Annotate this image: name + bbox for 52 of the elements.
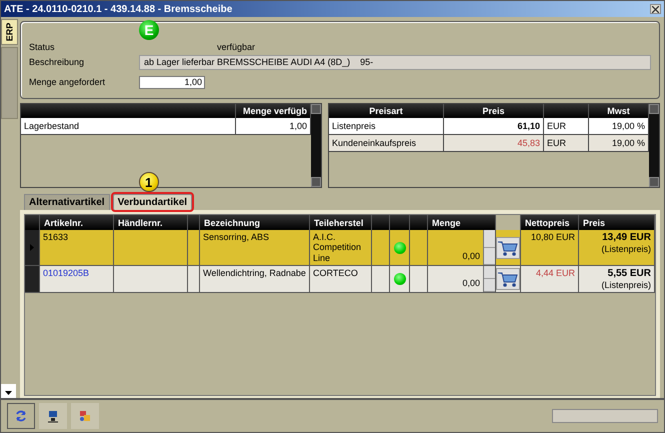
article-row[interactable]: 01019205B Wellendichtring, Radnabe CORTECO 0,00 4,44 EUR 5,55 EUR (Listenpreis) — [25, 266, 655, 293]
close-icon — [652, 6, 659, 12]
status-badge: E — [139, 20, 159, 40]
table-cell: Wellendichtring, Radnabe — [200, 266, 310, 292]
article-row[interactable]: 51633 Sensorring, ABS A.I.C. Competition Line 0,00 10,80 EUR 13,49 EUR (Listenpreis) — [25, 230, 655, 266]
price-value: 5,55 EUR — [608, 268, 651, 280]
table-cell: 45,83 — [444, 135, 544, 151]
table-cell: Listenpreis — [329, 118, 444, 134]
spin-buttons[interactable] — [483, 266, 495, 292]
net-price: 10,80 EUR — [521, 230, 579, 266]
table-cell: Kundeneinkaufspreis — [329, 135, 444, 151]
table-cell: Sensorring, ABS — [200, 230, 310, 266]
network-button[interactable] — [39, 403, 67, 429]
computer-icon — [46, 409, 60, 423]
table-cell: 51633 — [40, 230, 114, 266]
cart-icon — [497, 238, 519, 257]
table-cell: A.I.C. Competition Line — [310, 230, 372, 266]
table-cell: CORTECO — [310, 266, 372, 292]
description-label: Beschreibung — [29, 57, 86, 67]
article-link[interactable]: 01019205B — [40, 266, 114, 292]
side-tab[interactable]: ERP — [1, 19, 18, 45]
price-value: 13,49 EUR — [602, 232, 651, 244]
status-value: verfügbar — [217, 42, 256, 52]
close-button[interactable] — [650, 4, 661, 14]
refresh-icon — [14, 409, 28, 423]
price-note: (Listenpreis) — [601, 244, 651, 254]
tools-icon — [78, 409, 92, 423]
add-to-cart-button[interactable] — [496, 236, 520, 259]
window-title: ATE - 24.0110-0210.1 - 439.14.88 - Bremsscheibe — [4, 4, 234, 14]
table-cell: EUR — [544, 135, 589, 151]
quantity-field[interactable]: 1,00 — [139, 76, 205, 88]
caret-icon — [5, 391, 12, 395]
description-field: ab Lager lieferbar BREMSSCHEIBE AUDI A4 (8D_) 95- — [139, 54, 651, 70]
table-cell: EUR — [544, 118, 589, 134]
table-cell: Lagerbestand — [21, 118, 236, 134]
scrollbar[interactable] — [649, 104, 659, 187]
refresh-button[interactable] — [7, 403, 35, 429]
scrollbar[interactable] — [311, 104, 321, 187]
quantity-value: 0,00 — [461, 276, 481, 290]
add-to-cart-button[interactable] — [496, 268, 520, 290]
status-label: Status — [29, 42, 56, 52]
tab[interactable]: Verbundartikel — [112, 194, 192, 210]
quantity-label: Menge angefordert — [29, 77, 106, 87]
price-note: (Listenpreis) — [601, 280, 651, 290]
spin-buttons[interactable] — [483, 230, 495, 266]
quantity-value: 0,00 — [461, 250, 481, 263]
table-cell: 61,10 — [444, 118, 544, 134]
cart-icon — [497, 270, 519, 288]
net-price: 4,44 EUR — [521, 266, 579, 292]
row-pointer-icon — [30, 244, 34, 252]
tab[interactable]: Alternativartikel — [24, 194, 110, 210]
scroll-down-button[interactable] — [1, 384, 16, 398]
